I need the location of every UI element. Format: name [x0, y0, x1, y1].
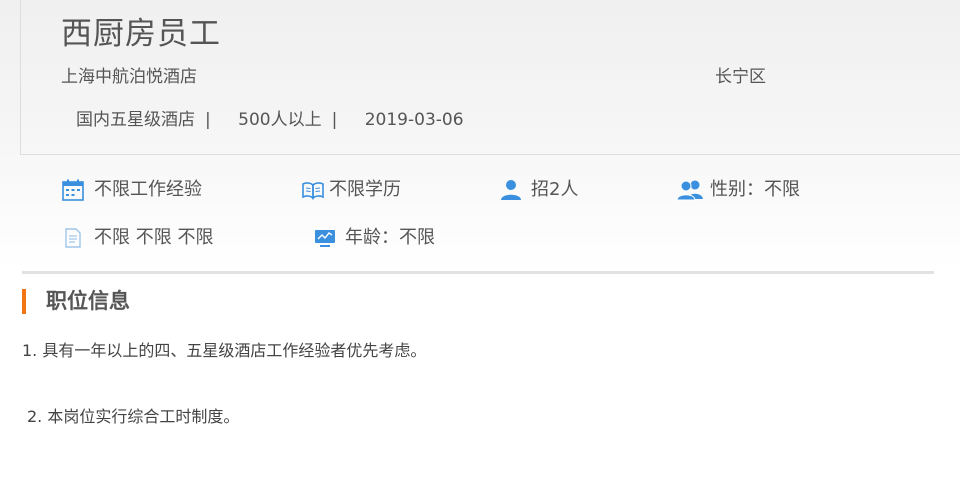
job-title: 西厨房员工 [61, 16, 221, 52]
document-icon [61, 226, 85, 250]
requirement-education-label: 不限学历 [329, 179, 401, 200]
meta-separator: | [331, 110, 338, 130]
company-meta: 国内五星级酒店 | 500人以上 | 2019-03-06 [76, 109, 464, 131]
description-line: 2. 本岗位实行综合工时制度。 [27, 407, 240, 426]
requirement-other-label: 不限 不限 不限 [94, 227, 214, 248]
section-divider [22, 271, 934, 274]
monitor-icon [313, 226, 337, 250]
company-size: 500人以上 [238, 110, 322, 130]
requirement-experience-label: 不限工作经验 [94, 179, 202, 200]
requirement-gender-label: 性别：不限 [710, 179, 800, 200]
company-name[interactable]: 上海中航泊悦酒店 [61, 66, 197, 88]
requirement-headcount-label: 招2人 [531, 179, 579, 200]
company-type: 国内五星级酒店 [76, 110, 195, 130]
calendar-icon [61, 178, 85, 202]
people-icon [676, 178, 704, 202]
meta-separator: | [205, 110, 211, 130]
person-icon [499, 178, 523, 202]
book-icon [301, 178, 325, 202]
post-date: 2019-03-06 [364, 110, 464, 130]
section-accent-bar [22, 289, 26, 314]
job-district: 长宁区 [715, 67, 766, 87]
requirement-age-label: 年龄：不限 [345, 227, 435, 248]
description-line: 1. 具有一年以上的四、五星级酒店工作经验者优先考虑。 [22, 341, 427, 360]
section-title: 职位信息 [46, 289, 130, 313]
